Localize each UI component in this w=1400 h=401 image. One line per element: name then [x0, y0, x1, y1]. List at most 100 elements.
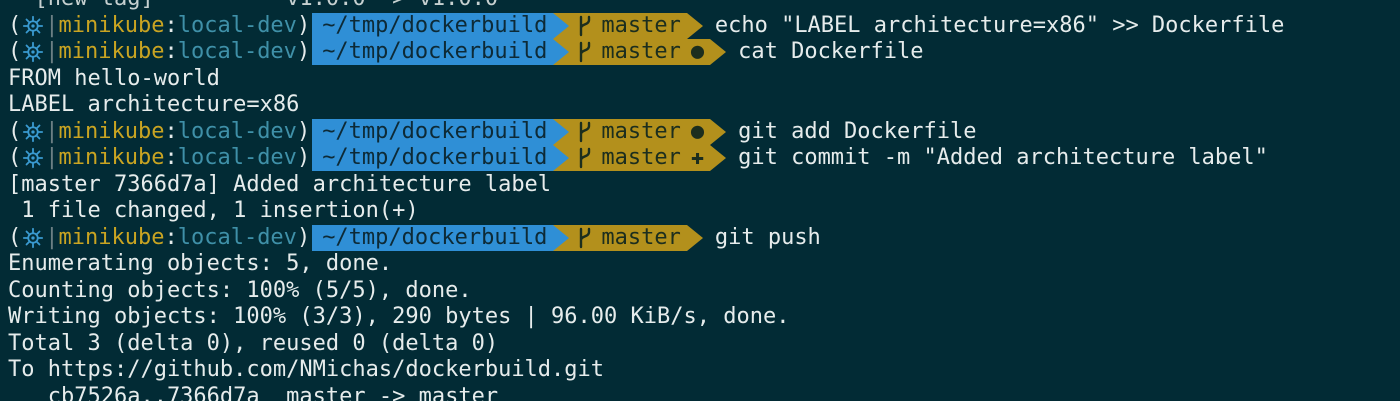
kubernetes-helm-icon [23, 227, 44, 248]
close-paren: ) [296, 145, 311, 170]
context-colon: : [164, 145, 178, 170]
output-text: Total 3 (delta 0), reused 0 (delta 0) [8, 330, 499, 356]
prompt-line: (| minikube: local-dev) ~/tmp/dockerbuild ma… [8, 39, 1400, 66]
terminal-output: [new tag] v1.0.0 -> v1.0.0(|minikube:loc… [8, 0, 1400, 401]
open-paren: ( [8, 12, 22, 38]
open-paren: ( [8, 39, 22, 64]
context-colon: : [164, 12, 178, 38]
git-segment: master [569, 224, 687, 251]
powerline-arrow-icon [553, 12, 570, 39]
namespace-name: local-dev [177, 12, 297, 38]
branch-name: master [601, 12, 681, 38]
context-colon: : [164, 39, 178, 64]
namespace-name: local-dev [177, 145, 297, 170]
kube-context: ( | minikube: local-dev) [8, 13, 310, 39]
context-separator: | [45, 145, 59, 170]
output-line: cb7526a..7366d7a master -> master [8, 384, 1400, 401]
terminal-window[interactable]: [new tag] v1.0.0 -> v1.0.0(|minikube:loc… [0, 0, 1400, 401]
output-line: 1 file changed, 1 insertion(+) [8, 198, 1400, 225]
kube-context: ( | minikube: local-dev) [8, 145, 310, 171]
kube-context: ( | minikube: local-dev) [8, 119, 310, 145]
cluster-name: minikube [58, 39, 165, 64]
directory-path: ~/tmp/dockerbuild [322, 224, 548, 250]
open-paren: ( [8, 118, 22, 144]
git-branch-icon [580, 227, 591, 248]
context-colon: : [164, 118, 178, 144]
powerline-arrow-icon [553, 118, 570, 145]
output-line: To https://github.com/NMichas/dockerbuil… [8, 357, 1400, 384]
directory-segment: ~/tmp/dockerbuild [312, 145, 554, 172]
close-paren: ) [296, 118, 311, 144]
git-segment: master ✚ [569, 145, 711, 172]
directory-path: ~/tmp/dockerbuild [322, 39, 548, 64]
branch-name: master [601, 39, 681, 64]
cluster-name: minikube [58, 118, 165, 144]
kube-context: (| minikube: local-dev) [8, 39, 310, 65]
prompt-line: ( | minikube: local-dev) ~/tmp/dockerbuild ma… [8, 13, 1400, 40]
cluster-name: minikube [58, 12, 165, 38]
branch-name: master [601, 118, 681, 144]
directory-segment: ~/tmp/dockerbuild [312, 118, 554, 145]
git-branch-icon [580, 42, 591, 63]
git-status-indicator: ● [690, 39, 705, 64]
context-separator: | [45, 118, 59, 144]
output-text: [master 7366d7a] Added architecture labe… [8, 171, 552, 197]
powerline-arrow-icon [710, 145, 727, 172]
output-text: 1 file changed, 1 insertion(+) [8, 198, 419, 223]
branch-name: master [601, 224, 681, 250]
directory-path: ~/tmp/dockerbuild [322, 118, 548, 144]
output-line: Total 3 (delta 0), reused 0 (delta 0) [8, 331, 1400, 358]
directory-segment: ~/tmp/dockerbuild [312, 224, 554, 251]
kube-context: (| minikube: local-dev) [8, 225, 310, 251]
output-line: [master 7366d7a] Added architecture labe… [8, 172, 1400, 199]
git-branch-icon [580, 148, 591, 169]
powerline-arrow-icon [686, 12, 703, 39]
output-text: LABEL architecture=x86 [8, 92, 300, 117]
open-paren: ( [8, 145, 22, 170]
prompt-line: ( | minikube: local-dev) ~/tmp/dockerbuild ma… [8, 119, 1400, 146]
git-branch-icon [580, 15, 591, 36]
kubernetes-helm-icon [23, 15, 44, 36]
close-paren: ) [296, 12, 311, 38]
namespace-name: local-dev [177, 118, 297, 144]
directory-segment: ~/tmp/dockerbuild [312, 12, 554, 39]
namespace-name: local-dev [177, 224, 297, 250]
output-text: To https://github.com/NMichas/dockerbuil… [8, 357, 605, 382]
prompt-line: (| minikube: local-dev) ~/tmp/dockerbuild ma… [8, 225, 1400, 252]
output-text: Counting objects: 100% (5/5), done. [8, 277, 472, 303]
powerline-arrow-icon [553, 39, 570, 66]
output-text: cb7526a..7366d7a master -> master [8, 383, 499, 401]
git-segment: master ● [569, 118, 711, 145]
context-separator: | [45, 224, 59, 250]
kubernetes-helm-icon [23, 148, 44, 169]
context-separator: | [45, 12, 59, 38]
command-text: echo "LABEL architecture=x86" >> Dockerf… [714, 12, 1285, 38]
output-line: FROM hello-world [8, 66, 1400, 93]
output-text: Writing objects: 100% (3/3), 290 bytes |… [8, 304, 790, 329]
powerline-arrow-icon [686, 224, 703, 251]
git-segment: master [569, 12, 687, 39]
powerline-arrow-icon [710, 118, 727, 145]
git-segment: master ● [569, 39, 711, 66]
directory-segment: ~/tmp/dockerbuild [312, 39, 554, 66]
kubernetes-helm-icon [23, 42, 44, 63]
output-line: Enumerating objects: 5, done. [8, 251, 1400, 278]
directory-path: ~/tmp/dockerbuild [322, 12, 548, 38]
open-paren: ( [8, 224, 22, 250]
powerline-arrow-icon [710, 39, 727, 66]
command-text: git push [714, 224, 821, 250]
close-paren: ) [296, 224, 311, 250]
git-status-indicator: ● [690, 118, 705, 144]
git-status-indicator: ✚ [690, 145, 705, 170]
output-line: [new tag] v1.0.0 -> v1.0.0 [8, 0, 1400, 13]
output-line: Writing objects: 100% (3/3), 290 bytes |… [8, 304, 1400, 331]
context-separator: | [45, 39, 59, 64]
kubernetes-helm-icon [23, 121, 44, 142]
prompt-line: ( | minikube: local-dev) ~/tmp/dockerbuild ma… [8, 145, 1400, 172]
cluster-name: minikube [58, 145, 165, 170]
command-text: git commit -m "Added architecture label" [738, 145, 1268, 170]
command-text: git add Dockerfile [738, 118, 977, 144]
output-text: Enumerating objects: 5, done. [8, 251, 393, 276]
close-paren: ) [296, 39, 311, 64]
output-text: FROM hello-world [8, 65, 220, 91]
